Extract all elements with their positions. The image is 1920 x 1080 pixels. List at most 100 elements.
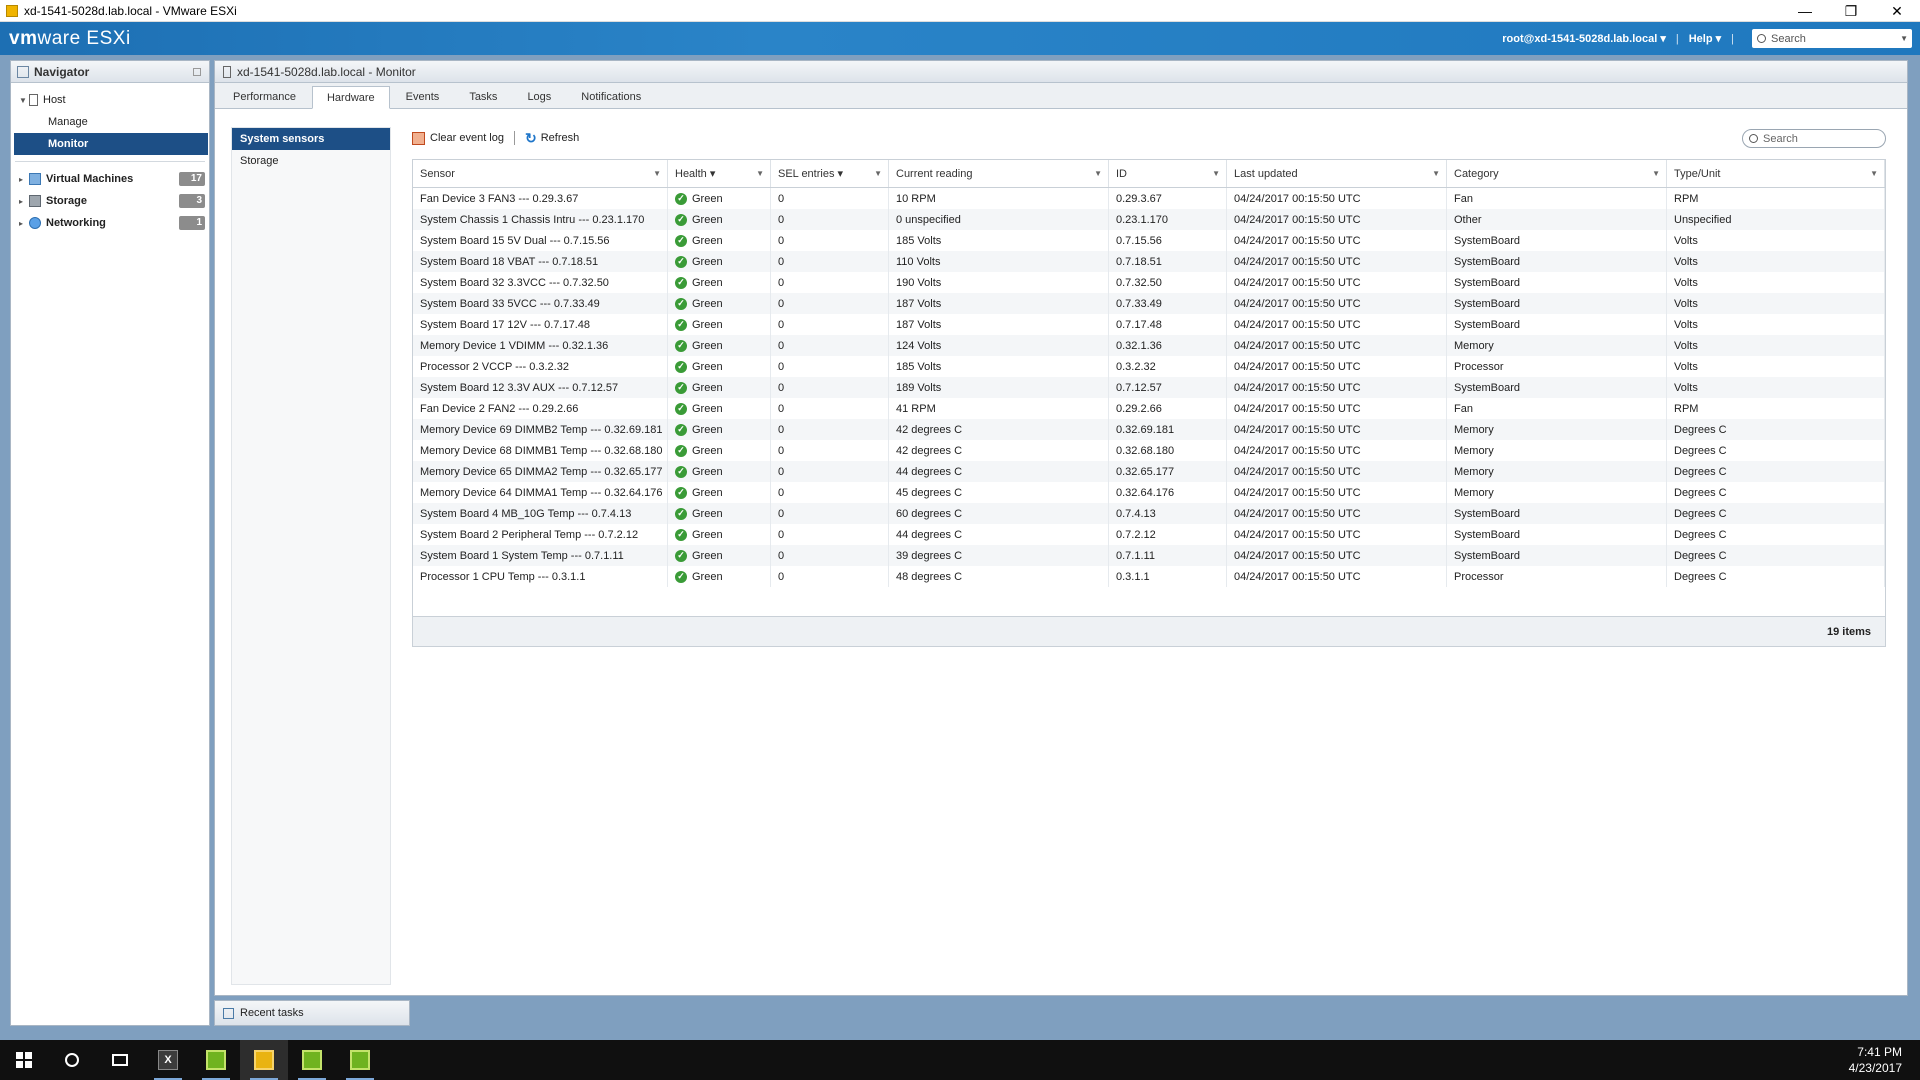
nav-manage[interactable]: Manage bbox=[11, 111, 209, 133]
clear-log-icon bbox=[412, 131, 425, 145]
taskbar-app-vmware-2[interactable] bbox=[240, 1040, 288, 1080]
cell-type-unit: Degrees C bbox=[1667, 545, 1885, 566]
cell-last-updated: 04/24/2017 00:15:50 UTC bbox=[1227, 272, 1447, 293]
cell-sensor: System Chassis 1 Chassis Intru --- 0.23.… bbox=[413, 209, 668, 230]
navigator-icon bbox=[17, 65, 29, 78]
table-row[interactable]: System Board 12 3.3V AUX --- 0.7.12.57 ✓ G… bbox=[413, 377, 1885, 398]
collapse-icon[interactable] bbox=[193, 68, 201, 76]
table-row[interactable]: System Chassis 1 Chassis Intru --- 0.23.… bbox=[413, 209, 1885, 230]
health-ok-icon: ✓ bbox=[675, 339, 687, 352]
nav-virtual-machines[interactable]: ▸ Virtual Machines 17 bbox=[11, 168, 209, 190]
table-body: Fan Device 3 FAN3 --- 0.29.3.67 ✓ Green 0 10… bbox=[413, 188, 1885, 587]
tab-notifications[interactable]: Notifications bbox=[567, 86, 655, 108]
cell-current-reading: 42 degrees C bbox=[889, 440, 1109, 461]
user-menu[interactable]: root@xd-1541-5028d.lab.local ▾ bbox=[1502, 32, 1666, 45]
subnav-system-sensors[interactable]: System sensors bbox=[232, 128, 390, 150]
cell-category: Memory bbox=[1447, 419, 1667, 440]
column-header-sensor[interactable]: Sensor ▼ bbox=[413, 160, 668, 187]
table-row[interactable]: System Board 4 MB_10G Temp --- 0.7.4.13 ✓… bbox=[413, 503, 1885, 524]
health-ok-icon: ✓ bbox=[675, 549, 687, 562]
table-row[interactable]: Processor 2 VCCP --- 0.3.2.32 ✓ Green 0 185 … bbox=[413, 356, 1885, 377]
table-row[interactable]: System Board 1 System Temp --- 0.7.1.11 ✓… bbox=[413, 545, 1885, 566]
cell-sensor: System Board 33 5VCC --- 0.7.33.49 bbox=[413, 293, 668, 314]
cell-sensor: System Board 32 3.3VCC --- 0.7.32.50 bbox=[413, 272, 668, 293]
sensors-toolbar: Clear event log ↻ Refresh Search bbox=[412, 127, 1886, 149]
help-menu[interactable]: Help ▾ bbox=[1689, 32, 1721, 45]
table-row[interactable]: System Board 2 Peripheral Temp --- 0.7.2… bbox=[413, 524, 1885, 545]
table-row[interactable]: Memory Device 64 DIMMA1 Temp --- 0.32.64… bbox=[413, 482, 1885, 503]
cell-sel-entries: 0 bbox=[771, 377, 889, 398]
sensor-search-input[interactable]: Search bbox=[1742, 129, 1886, 148]
global-search-input[interactable]: Search ▼ bbox=[1752, 29, 1912, 48]
table-row[interactable]: Fan Device 2 FAN2 --- 0.29.2.66 ✓ Green 0 41… bbox=[413, 398, 1885, 419]
cell-type-unit: Volts bbox=[1667, 356, 1885, 377]
restore-icon[interactable]: ❐ bbox=[1828, 0, 1874, 22]
table-row[interactable]: Memory Device 68 DIMMB1 Temp --- 0.32.68… bbox=[413, 440, 1885, 461]
column-header-category[interactable]: Category ▼ bbox=[1447, 160, 1667, 187]
table-row[interactable]: System Board 17 12V --- 0.7.17.48 ✓ Green 0… bbox=[413, 314, 1885, 335]
table-row[interactable]: System Board 33 5VCC --- 0.7.33.49 ✓ Green… bbox=[413, 293, 1885, 314]
recent-tasks-tab[interactable]: Recent tasks bbox=[214, 1000, 410, 1026]
table-row[interactable]: System Board 15 5V Dual --- 0.7.15.56 ✓ Gr… bbox=[413, 230, 1885, 251]
cortana-button[interactable] bbox=[48, 1040, 96, 1080]
cell-category: Other bbox=[1447, 209, 1667, 230]
cell-current-reading: 45 degrees C bbox=[889, 482, 1109, 503]
column-header-current-reading[interactable]: Current reading ▼ bbox=[889, 160, 1109, 187]
cell-id: 0.32.1.36 bbox=[1109, 335, 1227, 356]
tab-performance[interactable]: Performance bbox=[219, 86, 310, 108]
close-icon[interactable]: ✕ bbox=[1874, 0, 1920, 22]
table-row[interactable]: System Board 32 3.3VCC --- 0.7.32.50 ✓ Gre… bbox=[413, 272, 1885, 293]
table-row[interactable]: System Board 18 VBAT --- 0.7.18.51 ✓ Green… bbox=[413, 251, 1885, 272]
cell-category: SystemBoard bbox=[1447, 503, 1667, 524]
column-header-id[interactable]: ID ▼ bbox=[1109, 160, 1227, 187]
subnav-storage[interactable]: Storage bbox=[232, 150, 390, 172]
cell-last-updated: 04/24/2017 00:15:50 UTC bbox=[1227, 545, 1447, 566]
minimize-icon[interactable]: — bbox=[1782, 0, 1828, 22]
tab-hardware[interactable]: Hardware bbox=[311, 86, 390, 109]
refresh-button[interactable]: ↻ Refresh bbox=[525, 130, 579, 147]
tab-logs[interactable]: Logs bbox=[513, 86, 565, 108]
cell-id: 0.7.12.57 bbox=[1109, 377, 1227, 398]
nav-host[interactable]: ▼ Host bbox=[11, 89, 209, 111]
tab-tasks[interactable]: Tasks bbox=[455, 86, 511, 108]
cell-current-reading: 60 degrees C bbox=[889, 503, 1109, 524]
taskbar-app-excel[interactable]: X bbox=[144, 1040, 192, 1080]
expand-icon[interactable]: ▼ bbox=[19, 96, 29, 105]
table-row[interactable]: Memory Device 65 DIMMA2 Temp --- 0.32.65… bbox=[413, 461, 1885, 482]
health-ok-icon: ✓ bbox=[675, 192, 687, 205]
cell-sel-entries: 0 bbox=[771, 209, 889, 230]
taskbar-app-vmware-4[interactable] bbox=[336, 1040, 384, 1080]
cell-last-updated: 04/24/2017 00:15:50 UTC bbox=[1227, 419, 1447, 440]
taskbar-app-vmware-1[interactable] bbox=[192, 1040, 240, 1080]
table-row[interactable]: Memory Device 69 DIMMB2 Temp --- 0.32.69… bbox=[413, 419, 1885, 440]
table-row[interactable]: Memory Device 1 VDIMM --- 0.32.1.36 ✓ Gree… bbox=[413, 335, 1885, 356]
column-header-type-unit[interactable]: Type/Unit ▼ bbox=[1667, 160, 1885, 187]
cell-category: Fan bbox=[1447, 398, 1667, 419]
clear-event-log-button[interactable]: Clear event log bbox=[412, 131, 504, 145]
tab-events[interactable]: Events bbox=[392, 86, 454, 108]
start-button[interactable] bbox=[0, 1040, 48, 1080]
column-header-last-updated[interactable]: Last updated ▼ bbox=[1227, 160, 1447, 187]
nav-networking[interactable]: ▸ Networking 1 bbox=[11, 212, 209, 234]
cell-health: ✓ Green bbox=[668, 188, 771, 209]
cell-current-reading: 44 degrees C bbox=[889, 524, 1109, 545]
chevron-down-icon[interactable]: ▼ bbox=[1900, 34, 1908, 43]
nav-storage[interactable]: ▸ Storage 3 bbox=[11, 190, 209, 212]
search-icon bbox=[1757, 34, 1766, 43]
sensors-content: Clear event log ↻ Refresh Search Sensor ▼… bbox=[412, 127, 1886, 647]
cell-type-unit: Volts bbox=[1667, 293, 1885, 314]
taskbar-app-vmware-3[interactable] bbox=[288, 1040, 336, 1080]
table-row[interactable]: Fan Device 3 FAN3 --- 0.29.3.67 ✓ Green 0 10… bbox=[413, 188, 1885, 209]
cell-category: SystemBoard bbox=[1447, 293, 1667, 314]
taskbar-clock[interactable]: 7:41 PM 4/23/2017 bbox=[1849, 1044, 1902, 1076]
task-view-button[interactable] bbox=[96, 1040, 144, 1080]
tab-bar: Performance Hardware Events Tasks Logs N… bbox=[215, 83, 1907, 109]
cell-category: SystemBoard bbox=[1447, 272, 1667, 293]
column-header-sel-entries[interactable]: SEL entries ▾ ▼ bbox=[771, 160, 889, 187]
nav-monitor[interactable]: Monitor bbox=[14, 133, 208, 155]
cell-category: Fan bbox=[1447, 188, 1667, 209]
cell-id: 0.29.3.67 bbox=[1109, 188, 1227, 209]
page-title: xd-1541-5028d.lab.local - Monitor bbox=[237, 64, 416, 79]
column-header-health[interactable]: Health ▾ ▼ bbox=[668, 160, 771, 187]
table-row[interactable]: Processor 1 CPU Temp --- 0.3.1.1 ✓ Green 0 4… bbox=[413, 566, 1885, 587]
